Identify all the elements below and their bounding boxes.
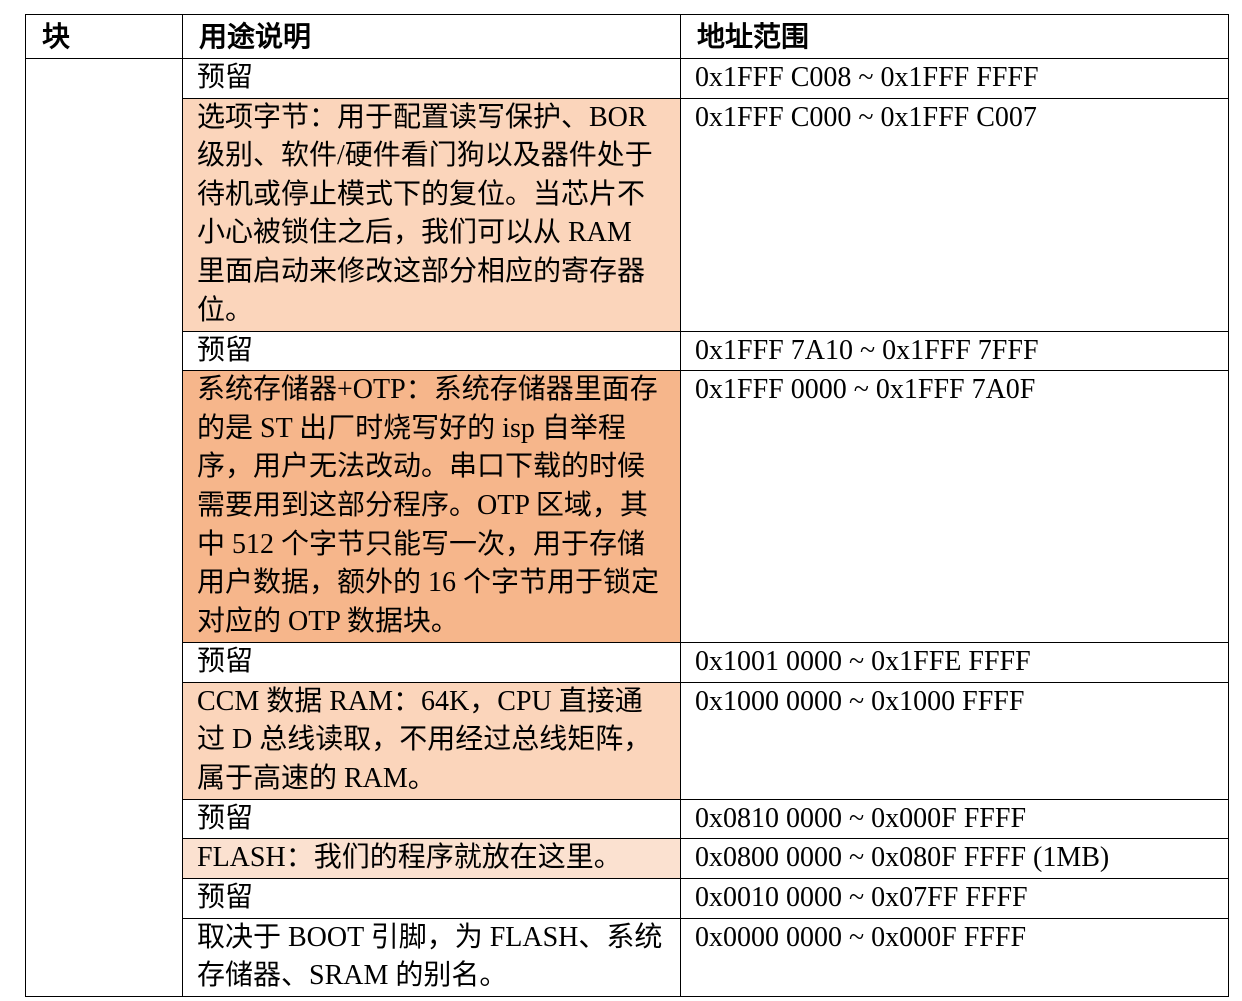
block-cell bbox=[25, 58, 183, 997]
address-cell: 0x1FFF C000 ~ 0x1FFF C007 bbox=[680, 97, 1229, 332]
purpose-cell: 预留 bbox=[182, 58, 681, 99]
table-row: 预留 0x1FFF C008 ~ 0x1FFF FFFF bbox=[25, 58, 1229, 997]
purpose-cell: 选项字节：用于配置读写保护、BOR 级别、软件/硬件看门狗以及器件处于待机或停止… bbox=[182, 97, 681, 332]
table-row: 预留 0x0810 0000 ~ 0x000F FFFF bbox=[26, 798, 1229, 840]
table-row: 系统存储器+OTP：系统存储器里面存的是 ST 出厂时烧写好的 isp 自举程序… bbox=[26, 370, 1229, 644]
purpose-cell: 预留 bbox=[182, 330, 681, 372]
address-cell: 0x0800 0000 ~ 0x080F FFFF (1MB) bbox=[680, 838, 1229, 879]
table-row: 预留 0x1001 0000 ~ 0x1FFE FFFF bbox=[26, 642, 1229, 683]
address-cell: 0x1FFF 0000 ~ 0x1FFF 7A0F bbox=[680, 370, 1229, 644]
table-row: 预留 0x0010 0000 ~ 0x07FF FFFF bbox=[26, 877, 1229, 919]
address-cell: 0x1FFF 7A10 ~ 0x1FFF 7FFF bbox=[680, 330, 1229, 372]
address-cell: 0x0000 0000 ~ 0x000F FFFF bbox=[680, 917, 1229, 997]
purpose-cell: 预留 bbox=[182, 798, 681, 840]
purpose-cell: FLASH：我们的程序就放在这里。 bbox=[182, 838, 681, 879]
purpose-cell: 预留 bbox=[182, 642, 681, 683]
header-purpose: 用途说明 bbox=[182, 14, 681, 59]
table-row: FLASH：我们的程序就放在这里。 0x0800 0000 ~ 0x080F F… bbox=[26, 838, 1229, 879]
table-row: 取决于 BOOT 引脚，为 FLASH、系统存储器、SRAM 的别名。 0x00… bbox=[26, 917, 1229, 997]
memory-map-table: 块 用途说明 地址范围 预留 0x1FFF C008 ~ 0x1FFF FFFF… bbox=[25, 14, 1229, 997]
address-cell: 0x1001 0000 ~ 0x1FFE FFFF bbox=[680, 642, 1229, 683]
purpose-cell: 预留 bbox=[182, 877, 681, 919]
purpose-cell: CCM 数据 RAM：64K，CPU 直接通过 D 总线读取，不用经过总线矩阵，… bbox=[182, 681, 681, 800]
address-cell: 0x0010 0000 ~ 0x07FF FFFF bbox=[680, 877, 1229, 919]
header-block: 块 bbox=[25, 14, 183, 59]
table-row: 预留 0x1FFF 7A10 ~ 0x1FFF 7FFF bbox=[26, 330, 1229, 372]
address-cell: 0x1FFF C008 ~ 0x1FFF FFFF bbox=[680, 58, 1229, 99]
table-row: CCM 数据 RAM：64K，CPU 直接通过 D 总线读取，不用经过总线矩阵，… bbox=[26, 681, 1229, 800]
purpose-cell: 取决于 BOOT 引脚，为 FLASH、系统存储器、SRAM 的别名。 bbox=[182, 917, 681, 997]
address-cell: 0x0810 0000 ~ 0x000F FFFF bbox=[680, 798, 1229, 840]
purpose-cell: 系统存储器+OTP：系统存储器里面存的是 ST 出厂时烧写好的 isp 自举程序… bbox=[182, 370, 681, 644]
table-row: 选项字节：用于配置读写保护、BOR 级别、软件/硬件看门狗以及器件处于待机或停止… bbox=[26, 97, 1229, 332]
header-address: 地址范围 bbox=[680, 14, 1229, 59]
header-row: 块 用途说明 地址范围 bbox=[25, 14, 1229, 59]
address-cell: 0x1000 0000 ~ 0x1000 FFFF bbox=[680, 681, 1229, 800]
